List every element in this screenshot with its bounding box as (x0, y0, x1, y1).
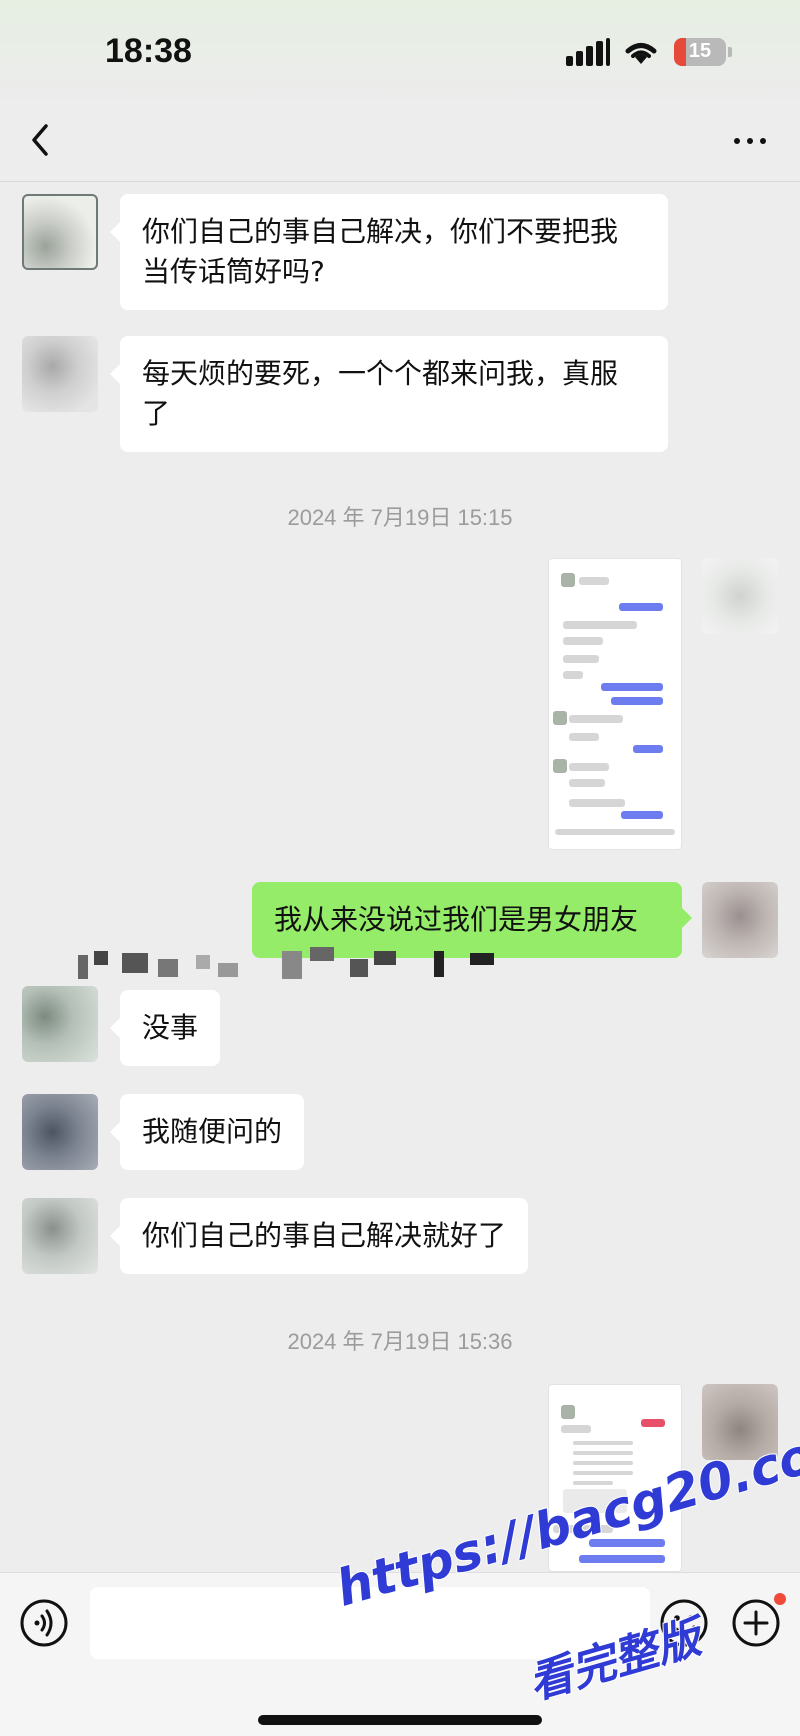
timestamp: 2024 年 7月19日 15:15 (287, 505, 513, 530)
avatar[interactable] (22, 336, 98, 412)
image-message[interactable] (548, 558, 682, 850)
status-time: 18:38 (105, 32, 192, 70)
battery-icon: 15 (674, 38, 726, 66)
avatar[interactable] (702, 882, 778, 958)
message-text: 我从来没说过我们是男女朋友 (274, 903, 639, 936)
voice-icon[interactable] (18, 1597, 70, 1649)
plus-icon[interactable] (730, 1597, 782, 1649)
message-bubble-incoming[interactable]: 我随便问的 (109, 1094, 305, 1170)
message-text: 我随便问的 (142, 1115, 283, 1148)
message-text: 每天烦的要死，一个个都来问我，真服 (142, 357, 619, 390)
battery-level: 15 (688, 40, 712, 62)
avatar[interactable] (702, 558, 778, 634)
message-bubble-incoming[interactable]: 你们自己的事自己解决就好了 (109, 1198, 529, 1274)
message-text: 你们自己的事自己解决就好了 (142, 1219, 507, 1252)
message-bubble-incoming[interactable]: 没事 (109, 990, 221, 1066)
redacted-text (78, 945, 508, 981)
avatar[interactable] (22, 194, 98, 270)
home-indicator (258, 1715, 542, 1725)
avatar[interactable] (22, 986, 98, 1062)
notification-dot (774, 1593, 786, 1605)
message-text: 了 (142, 397, 171, 430)
timestamp: 2024 年 7月19日 15:36 (287, 1329, 513, 1354)
message-bubble-incoming[interactable]: 你们自己的事自己解决，你们不要把我 当传话筒好吗? (110, 194, 668, 310)
message-text: 你们自己的事自己解决，你们不要把我 (142, 215, 619, 248)
signal-icon (566, 38, 610, 66)
chevron-left-icon[interactable] (22, 118, 58, 162)
more-dots-icon[interactable] (730, 130, 770, 150)
status-bar: 18:38 15 (0, 0, 800, 100)
avatar[interactable] (22, 1094, 98, 1170)
message-bubble-incoming[interactable]: 每天烦的要死，一个个都来问我，真服 了 (110, 336, 668, 452)
wifi-icon (625, 43, 657, 64)
avatar[interactable] (22, 1198, 98, 1274)
message-text: 没事 (142, 1011, 199, 1044)
chat-header (0, 100, 800, 182)
message-text: 当传话筒好吗? (142, 255, 325, 288)
